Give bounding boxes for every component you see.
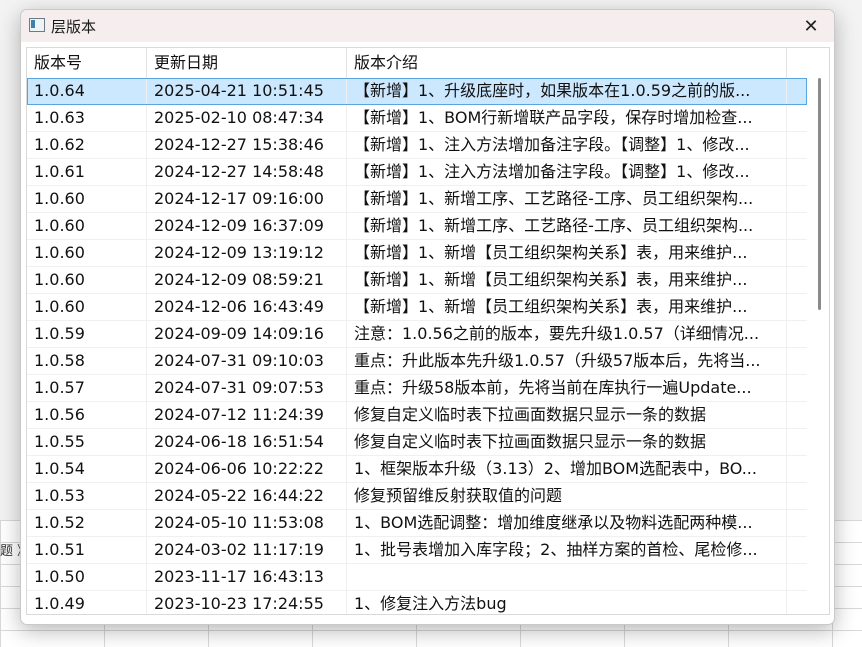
cell-description: 注意：1.0.56之前的版本，要先升级1.0.57（详细情况... [347,321,787,347]
cell-version: 1.0.64 [27,78,147,104]
table-header: 版本号 更新日期 版本介绍 [27,48,807,79]
cell-date: 2024-12-27 14:58:48 [147,159,347,185]
column-header-description[interactable]: 版本介绍 [347,48,787,78]
cell-date: 2024-03-02 11:17:19 [147,537,347,563]
cell-version: 1.0.56 [27,402,147,428]
cell-date: 2024-12-06 16:43:49 [147,294,347,320]
cell-version: 1.0.52 [27,510,147,536]
cell-date: 2024-12-09 16:37:09 [147,213,347,239]
cell-description: 1、修复注入方法bug [347,591,787,614]
close-button[interactable]: ✕ [788,10,834,42]
app-window-icon [29,18,45,32]
table-row[interactable]: 1.0.53 2024-05-22 16:44:22 修复预留维反射获取值的问题 [27,483,807,510]
cell-description: 【新增】1、新增【员工组织架构关系】表，用来维护... [347,240,787,266]
cell-date: 2024-12-27 15:38:46 [147,132,347,158]
cell-date: 2024-05-10 11:53:08 [147,510,347,536]
cell-description: 【新增】1、注入方法增加备注字段。【调整】1、修改... [347,132,787,158]
table-row[interactable]: 1.0.60 2024-12-17 09:16:00 【新增】1、新增工序、工艺路径… [27,186,807,213]
table-row[interactable]: 1.0.56 2024-07-12 11:24:39 修复自定义临时表下拉画面数据只… [27,402,807,429]
table-row[interactable]: 1.0.49 2023-10-23 17:24:55 1、修复注入方法bug [27,591,807,614]
cell-date: 2024-05-22 16:44:22 [147,483,347,509]
version-table: 版本号 更新日期 版本介绍 1.0.64 2025-04-21 10:51:45 【… [26,47,830,615]
cell-date: 2023-11-17 16:43:13 [147,564,347,590]
cell-version: 1.0.60 [27,267,147,293]
cell-version: 1.0.50 [27,564,147,590]
table-row[interactable]: 1.0.60 2024-12-09 08:59:21 【新增】1、新增【员工组织架构… [27,267,807,294]
cell-date: 2024-06-06 10:22:22 [147,456,347,482]
table-row[interactable]: 1.0.61 2024-12-27 14:58:48 【新增】1、注入方法增加备注字… [27,159,807,186]
cell-date: 2024-12-17 09:16:00 [147,186,347,212]
cell-date: 2023-10-23 17:24:55 [147,591,347,614]
cell-date: 2025-02-10 08:47:34 [147,105,347,131]
cell-description: 【新增】1、新增工序、工艺路径-工序、员工组织架构... [347,186,787,212]
cell-date: 2024-09-09 14:09:16 [147,321,347,347]
cell-description: 1、BOM选配调整：增加维度继承以及物料选配两种模... [347,510,787,536]
cell-version: 1.0.49 [27,591,147,614]
cell-date: 2024-06-18 16:51:54 [147,429,347,455]
cell-version: 1.0.51 [27,537,147,563]
table-row[interactable]: 1.0.64 2025-04-21 10:51:45 【新增】1、升级底座时，如果版… [27,78,807,105]
cell-description: 【新增】1、新增【员工组织架构关系】表，用来维护... [347,267,787,293]
cell-version: 1.0.59 [27,321,147,347]
cell-version: 1.0.60 [27,240,147,266]
cell-version: 1.0.53 [27,483,147,509]
table-row[interactable]: 1.0.50 2023-11-17 16:43:13 [27,564,807,591]
cell-description: 【新增】1、升级底座时，如果版本在1.0.59之前的版... [347,78,787,104]
cell-version: 1.0.60 [27,186,147,212]
cell-description: 【新增】1、新增【员工组织架构关系】表，用来维护... [347,294,787,320]
cell-date: 2024-07-31 09:07:53 [147,375,347,401]
cell-date: 2024-12-09 13:19:12 [147,240,347,266]
cell-date: 2024-07-12 11:24:39 [147,402,347,428]
cell-description: 1、批号表增加入库字段；2、抽样方案的首检、尾检修... [347,537,787,563]
cell-description: 重点：升级58版本前，先将当前在库执行一遍Update... [347,375,787,401]
table-row[interactable]: 1.0.55 2024-06-18 16:51:54 修复自定义临时表下拉画面数据只… [27,429,807,456]
table-row[interactable]: 1.0.57 2024-07-31 09:07:53 重点：升级58版本前，先将当前… [27,375,807,402]
column-header-date[interactable]: 更新日期 [147,48,347,78]
cell-description: 【新增】1、新增工序、工艺路径-工序、员工组织架构... [347,213,787,239]
title-bar[interactable]: 层版本 ✕ [21,10,834,42]
cell-version: 1.0.60 [27,213,147,239]
scrollbar-thumb[interactable] [818,78,821,310]
cell-description: 修复自定义临时表下拉画面数据只显示一条的数据 [347,429,787,455]
cell-version: 1.0.61 [27,159,147,185]
table-row[interactable]: 1.0.52 2024-05-10 11:53:08 1、BOM选配调整：增加维度继… [27,510,807,537]
cell-version: 1.0.57 [27,375,147,401]
table-body: 1.0.64 2025-04-21 10:51:45 【新增】1、升级底座时，如果版… [27,78,807,614]
cell-version: 1.0.62 [27,132,147,158]
cell-description: 1、框架版本升级（3.13）2、增加BOM选配表中，BO... [347,456,787,482]
vertical-scrollbar[interactable] [815,78,823,614]
cell-description: 修复自定义临时表下拉画面数据只显示一条的数据 [347,402,787,428]
cell-version: 1.0.60 [27,294,147,320]
cell-description: 【新增】1、BOM行新增联产品字段，保存时增加检查... [347,105,787,131]
cell-version: 1.0.58 [27,348,147,374]
cell-description: 【新增】1、注入方法增加备注字段。【调整】1、修改... [347,159,787,185]
window-title: 层版本 [51,18,97,36]
cell-date: 2024-07-31 09:10:03 [147,348,347,374]
cell-description: 重点：升此版本先升级1.0.57（升级57版本后，先将当... [347,348,787,374]
cell-description: 修复预留维反射获取值的问题 [347,483,787,509]
table-row[interactable]: 1.0.60 2024-12-09 16:37:09 【新增】1、新增工序、工艺路径… [27,213,807,240]
table-row[interactable]: 1.0.51 2024-03-02 11:17:19 1、批号表增加入库字段；2、抽… [27,537,807,564]
table-row[interactable]: 1.0.62 2024-12-27 15:38:46 【新增】1、注入方法增加备注字… [27,132,807,159]
table-row[interactable]: 1.0.59 2024-09-09 14:09:16 注意：1.0.56之前的版本，… [27,321,807,348]
table-row[interactable]: 1.0.58 2024-07-31 09:10:03 重点：升此版本先升级1.0.5… [27,348,807,375]
cell-date: 2025-04-21 10:51:45 [147,78,347,104]
cell-version: 1.0.54 [27,456,147,482]
cell-version: 1.0.63 [27,105,147,131]
table-row[interactable]: 1.0.60 2024-12-06 16:43:49 【新增】1、新增【员工组织架构… [27,294,807,321]
table-row[interactable]: 1.0.63 2025-02-10 08:47:34 【新增】1、BOM行新增联产品… [27,105,807,132]
table-row[interactable]: 1.0.54 2024-06-06 10:22:22 1、框架版本升级（3.13）2… [27,456,807,483]
cell-date: 2024-12-09 08:59:21 [147,267,347,293]
column-header-version[interactable]: 版本号 [27,48,147,78]
cell-description [347,564,787,590]
table-row[interactable]: 1.0.60 2024-12-09 13:19:12 【新增】1、新增【员工组织架构… [27,240,807,267]
cell-version: 1.0.55 [27,429,147,455]
version-dialog: 层版本 ✕ 版本号 更新日期 版本介绍 1.0.64 2025-04-21 10:… [20,9,835,625]
